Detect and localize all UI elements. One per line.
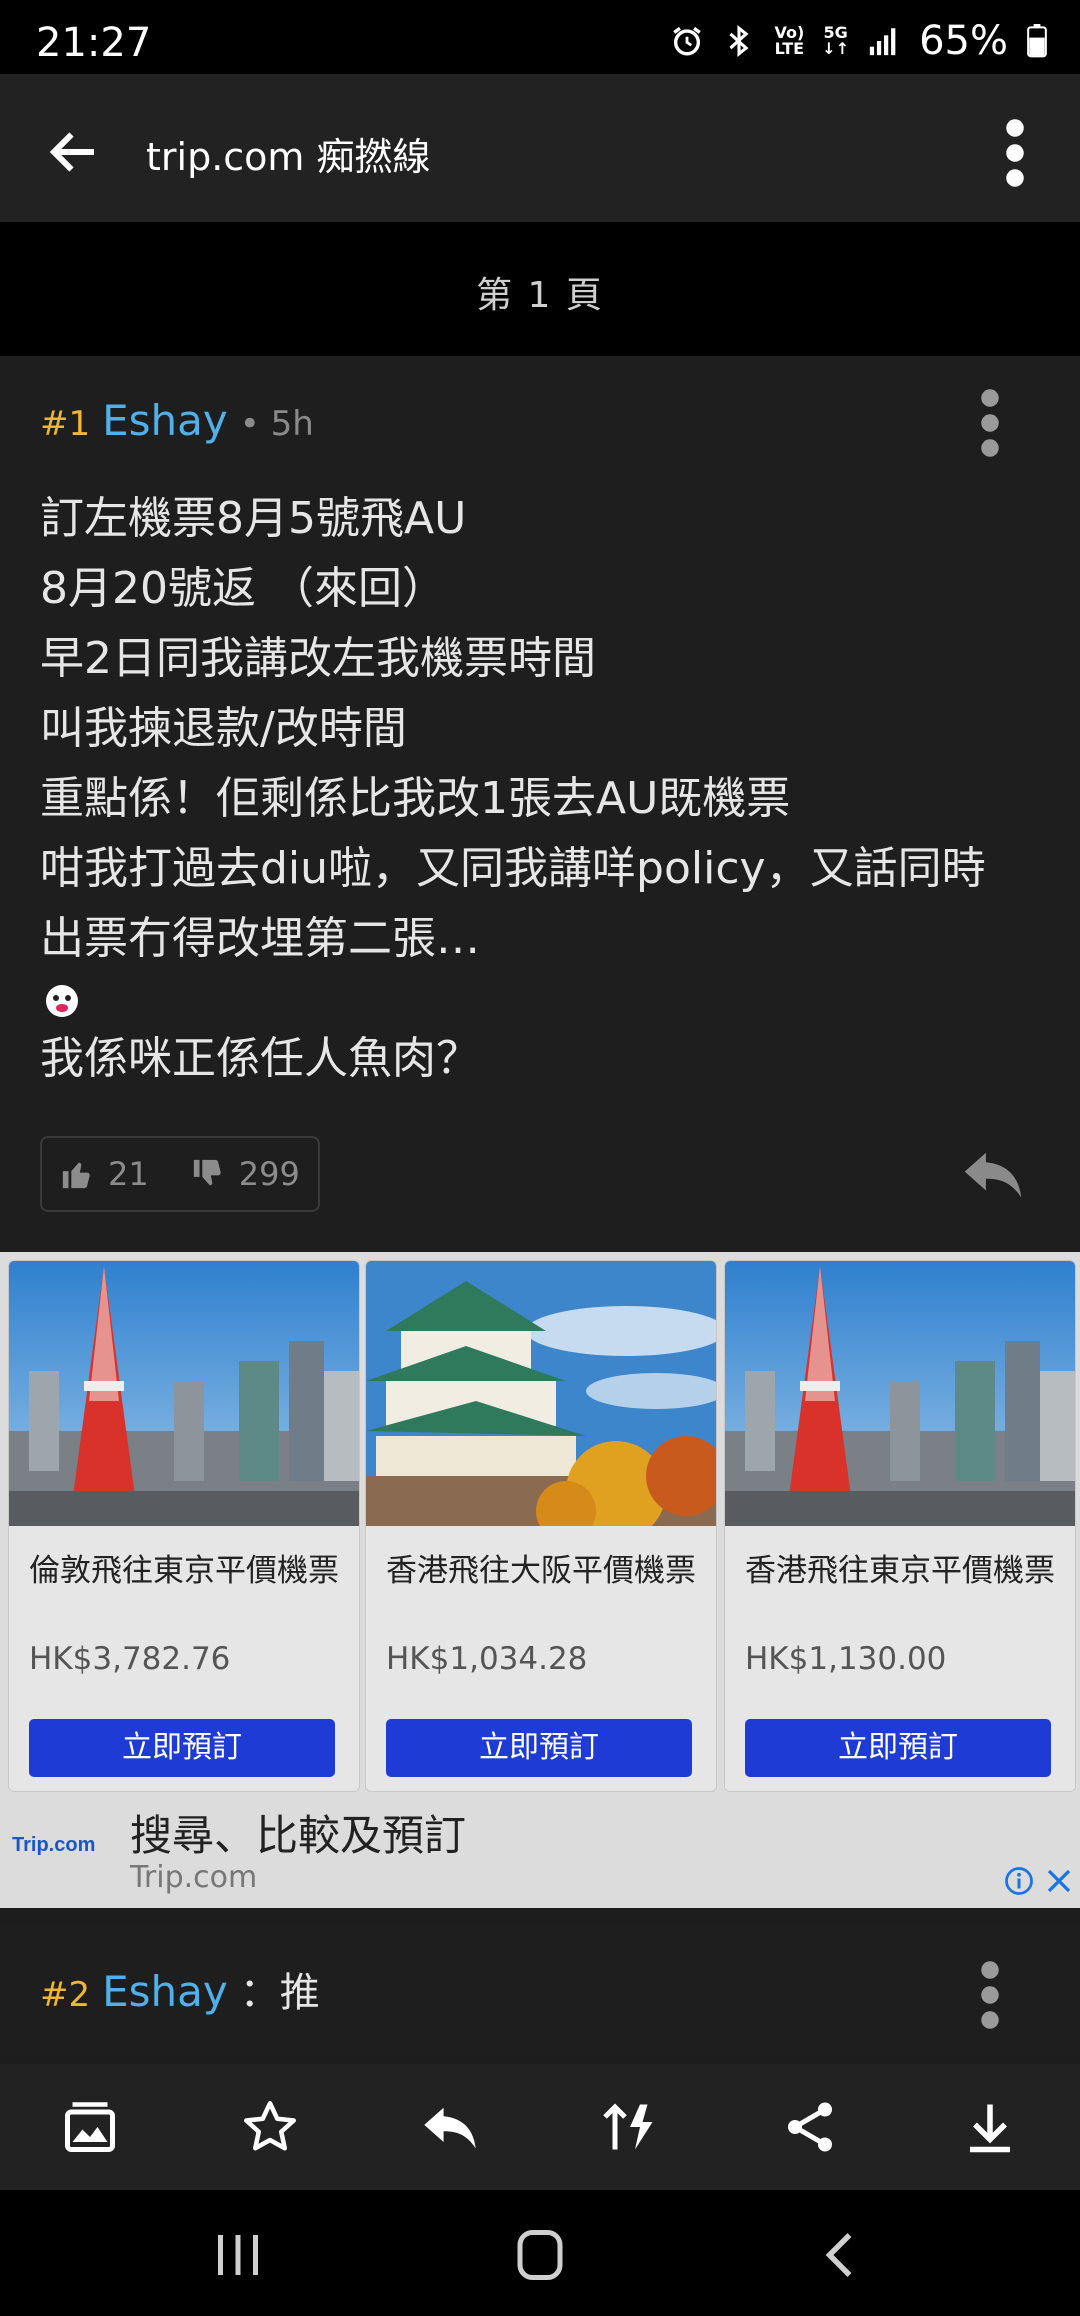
- share-icon[interactable]: [780, 2097, 840, 2157]
- ad-card-price: HK$1,034.28: [386, 1641, 588, 1677]
- post-username[interactable]: Eshay: [102, 396, 228, 445]
- star-icon[interactable]: [240, 2097, 300, 2157]
- recents-icon[interactable]: [208, 2230, 268, 2280]
- 5g-icon: 5G ↓↑: [822, 23, 850, 58]
- ad-close-icon[interactable]: [1044, 1866, 1074, 1896]
- post-time: • 5h: [239, 404, 314, 444]
- post-text: ：推: [239, 1970, 320, 2016]
- ad-card[interactable]: 倫敦飛往東京平價機票 HK$3,782.76 立即預訂: [8, 1260, 360, 1792]
- book-now-button[interactable]: 立即預訂: [29, 1719, 335, 1777]
- post-line: 叫我揀退款/改時間: [40, 703, 407, 754]
- ad-domain[interactable]: Trip.com: [130, 1860, 257, 1895]
- reply-icon[interactable]: [420, 2097, 480, 2157]
- ad-card-title: 香港飛往大阪平價機票: [386, 1553, 696, 1589]
- battery-percent: 65%: [919, 18, 1008, 64]
- post-line: 訂左機票8月5號飛AU: [40, 493, 467, 544]
- post-username[interactable]: Eshay: [102, 1967, 228, 2016]
- page-header: 第 1 頁: [0, 222, 1080, 356]
- post-line: 8月20號返 （來回）: [40, 563, 446, 614]
- emoji-line: [40, 974, 1050, 1024]
- ad-card[interactable]: 香港飛往東京平價機票 HK$1,130.00 立即預訂: [724, 1260, 1076, 1792]
- post-line: 咁我打過去diu啦，又同我講咩policy，又話同時: [40, 843, 986, 894]
- ad-card-title: 香港飛往東京平價機票: [745, 1553, 1055, 1589]
- book-now-button[interactable]: 立即預訂: [745, 1719, 1051, 1777]
- status-time: 21:27: [36, 20, 152, 66]
- alarm-icon: [673, 26, 702, 56]
- back-arrow-icon[interactable]: [44, 122, 104, 182]
- post-menu-icon[interactable]: [970, 388, 1010, 458]
- ad-card-title: 倫敦飛往東京平價機票: [29, 1553, 339, 1589]
- app-bar: trip.com 痴撚線: [0, 74, 1080, 222]
- ad-info-icon[interactable]: [1004, 1866, 1034, 1896]
- post-number: #2: [40, 1975, 91, 2015]
- thumbs-down-icon[interactable]: [191, 1157, 225, 1191]
- page-number-label: 第 1 頁: [476, 275, 604, 316]
- status-icons: Vo) LTE 5G ↓↑ 65%: [670, 18, 1048, 64]
- post-body: 訂左機票8月5號飛AU 8月20號返 （來回） 早2日同我講改左我機票時間 叫我…: [40, 484, 1050, 1094]
- ad-card-price: HK$3,782.76: [29, 1641, 231, 1677]
- thumbs-up-icon[interactable]: [60, 1157, 94, 1191]
- battery-icon: [1027, 24, 1047, 58]
- tokyo-tower-photo: [725, 1261, 1075, 1526]
- post-number: #1: [40, 404, 91, 444]
- more-vert-icon[interactable]: [990, 118, 1040, 188]
- download-icon[interactable]: [960, 2097, 1020, 2157]
- thread-title: trip.com 痴撚線: [146, 135, 431, 179]
- tokyo-tower-photo: [9, 1261, 359, 1526]
- dislike-count: 299: [238, 1155, 300, 1193]
- ad-banner[interactable]: 倫敦飛往東京平價機票 HK$3,782.76 立即預訂 香港飛往大阪平價機票 H…: [0, 1252, 1080, 1908]
- post-line: 早2日同我講改左我機票時間: [40, 633, 596, 684]
- gallery-icon[interactable]: [60, 2097, 120, 2157]
- nav-back-icon[interactable]: [812, 2230, 872, 2280]
- system-nav-bar: [0, 2190, 1080, 2316]
- like-count: 21: [108, 1155, 149, 1193]
- post-header: #1 Eshay • 5h: [40, 396, 314, 445]
- emoji-sticker-icon: [46, 985, 78, 1017]
- bluetooth-icon: [729, 25, 749, 57]
- sort-icon[interactable]: [600, 2097, 660, 2157]
- book-now-button[interactable]: 立即預訂: [386, 1719, 692, 1777]
- ad-logo[interactable]: Trip.com: [12, 1834, 95, 1857]
- post-line: 我係咪正係任人魚肉？: [40, 1033, 480, 1084]
- reply-icon[interactable]: [960, 1146, 1026, 1202]
- signal-icon: [869, 28, 896, 56]
- post-header: #2 Eshay ：推: [40, 1960, 320, 2018]
- bottom-toolbar: [0, 2064, 1080, 2190]
- post-1: #1 Eshay • 5h 訂左機票8月5號飛AU 8月20號返 （來回） 早2…: [0, 356, 1080, 1252]
- post-line: 重點係！佢剩係比我改1張去AU既機票: [40, 773, 791, 824]
- ad-headline[interactable]: 搜尋、比較及預訂: [130, 1802, 466, 1863]
- ad-card-price: HK$1,130.00: [745, 1641, 947, 1677]
- ad-card[interactable]: 香港飛往大阪平價機票 HK$1,034.28 立即預訂: [365, 1260, 717, 1792]
- volte-icon: Vo) LTE: [774, 23, 805, 58]
- osaka-castle-photo: [366, 1261, 716, 1526]
- status-bar: 21:27 Vo) LTE 5G ↓↑ 65%: [0, 0, 1080, 74]
- post-line: 出票冇得改埋第二張…: [40, 913, 480, 964]
- post-menu-icon[interactable]: [970, 1960, 1010, 2030]
- vote-box: 21 299: [40, 1136, 320, 1212]
- home-icon[interactable]: [510, 2230, 570, 2280]
- post-2: #2 Eshay ：推: [0, 1926, 1080, 2056]
